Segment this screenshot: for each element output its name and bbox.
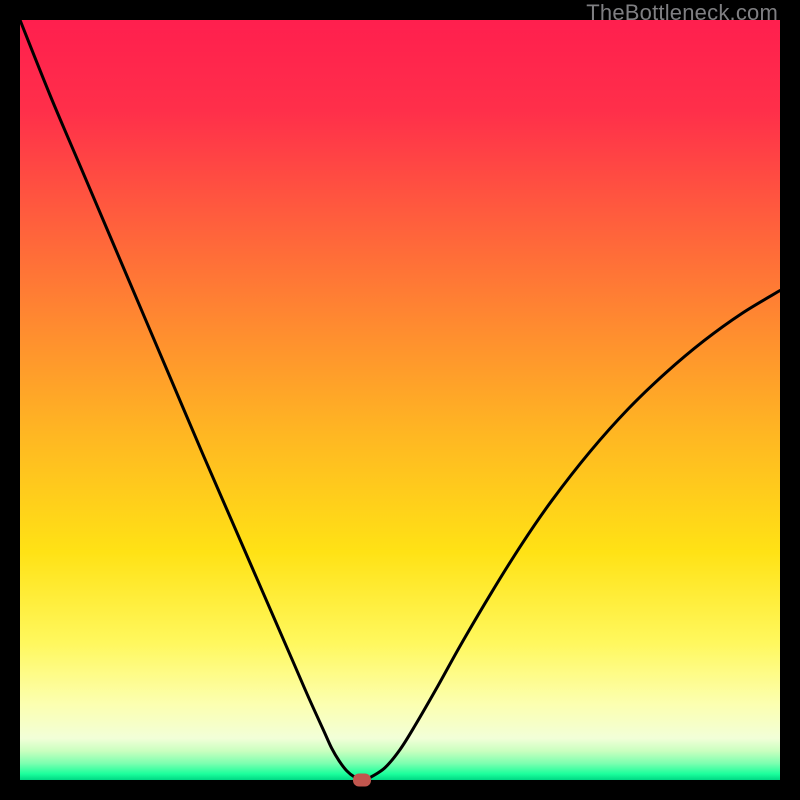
- bottleneck-chart: [20, 20, 780, 780]
- watermark-text: TheBottleneck.com: [586, 0, 778, 26]
- optimal-marker: [353, 774, 371, 787]
- gradient-background: [20, 20, 780, 780]
- chart-frame: [20, 20, 780, 780]
